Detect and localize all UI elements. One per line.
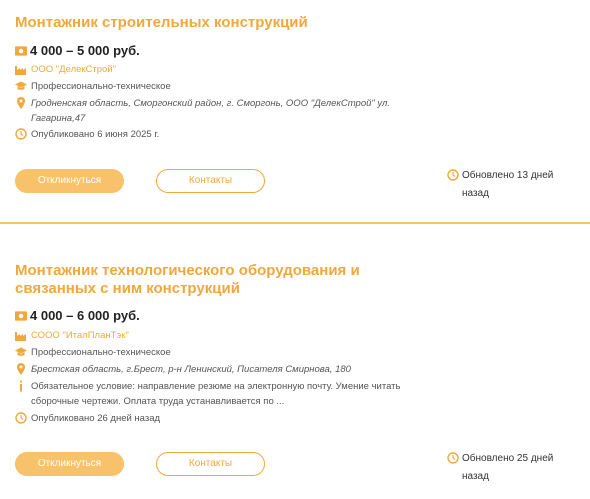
address-row: Гродненская область, Сморгонский район, … (15, 96, 401, 126)
education: Профессионально-техническое (31, 347, 171, 358)
published-row: Опубликовано 6 июня 2025 г. (15, 127, 159, 142)
info-row: Обязательное условие: направление резюме… (15, 379, 431, 409)
salary: 4 000 – 6 000 руб. (30, 308, 140, 323)
conditions-text: Обязательное условие: направление резюме… (31, 381, 401, 407)
company-row: СООО "ИталПланТэк" (15, 328, 129, 343)
company-link[interactable]: ООО "ДелекСтрой" (31, 62, 116, 77)
factory-icon (15, 66, 26, 75)
contacts-button[interactable]: Контакты (156, 169, 265, 193)
education: Профессионально-техническое (31, 81, 171, 92)
updated-text: Обновлено 13 дней назад (462, 170, 554, 199)
factory-icon (15, 332, 26, 341)
graduation-cap-icon (15, 347, 27, 356)
address: Брестская область, г.Брест, р-н Ленински… (31, 364, 351, 375)
vacancy-card: Монтажник строительных конструкций 4 000… (0, 0, 590, 222)
vacancy-card: Монтажник технологического оборудования … (0, 226, 590, 499)
info-icon (20, 380, 22, 392)
contacts-button[interactable]: Контакты (156, 452, 265, 476)
money-icon (15, 46, 27, 56)
vacancy-title[interactable]: Монтажник строительных конструкций (15, 14, 308, 32)
vacancy-title[interactable]: Монтажник технологического оборудования … (15, 262, 415, 298)
company-link[interactable]: СООО "ИталПланТэк" (31, 328, 129, 343)
clock-icon (15, 412, 27, 424)
location-pin-icon (17, 363, 25, 375)
salary: 4 000 – 5 000 руб. (30, 43, 140, 58)
respond-button[interactable]: Откликнуться (15, 169, 124, 193)
clock-icon (447, 452, 459, 464)
updated-text: Обновлено 25 дней назад (462, 453, 554, 482)
published-date: Опубликовано 26 дней назад (31, 413, 161, 424)
published-date: Опубликовано 6 июня 2025 г. (31, 129, 160, 140)
graduation-cap-icon (15, 81, 27, 90)
company-row: ООО "ДелекСтрой" (15, 62, 116, 77)
clock-icon (447, 169, 459, 181)
address: Гродненская область, Сморгонский район, … (31, 98, 391, 124)
published-row: Опубликовано 26 дней назад (15, 411, 160, 426)
clock-icon (15, 128, 27, 140)
address-row: Брестская область, г.Брест, р-н Ленински… (15, 362, 401, 377)
location-pin-icon (17, 97, 25, 109)
divider (0, 222, 590, 224)
updated-info: Обновлено 13 дней назад (447, 167, 572, 203)
education-row: Профессионально-техническое (15, 345, 171, 360)
respond-button[interactable]: Откликнуться (15, 452, 124, 476)
education-row: Профессионально-техническое (15, 79, 171, 94)
updated-info: Обновлено 25 дней назад (447, 450, 572, 486)
money-icon (15, 311, 27, 321)
salary-row: 4 000 – 5 000 руб. (15, 43, 140, 58)
salary-row: 4 000 – 6 000 руб. (15, 308, 140, 323)
